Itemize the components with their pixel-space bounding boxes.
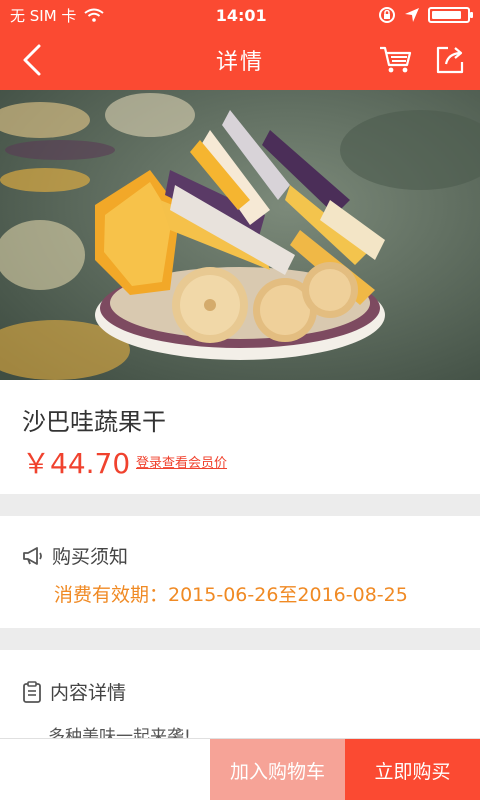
bottom-action-bar: 加入购物车 立即购买 xyxy=(0,738,480,800)
megaphone-icon xyxy=(23,546,42,565)
status-bar: 无 SIM 卡 14:01 xyxy=(0,0,480,30)
member-price-link[interactable]: 登录查看会员价 xyxy=(136,452,227,471)
cart-icon xyxy=(380,46,412,73)
product-image[interactable] xyxy=(0,90,480,380)
clock: 14:01 xyxy=(215,5,267,25)
rotation-lock-icon xyxy=(379,7,395,23)
purchase-notice-title: 购买须知 xyxy=(52,546,129,568)
add-to-cart-button[interactable]: 加入购物车 xyxy=(210,739,345,800)
buy-now-button[interactable]: 立即购买 xyxy=(345,739,480,800)
product-info-card: 沙巴哇蔬果干 ￥44.70 登录查看会员价 xyxy=(0,380,480,494)
share-icon xyxy=(436,46,464,74)
location-icon xyxy=(405,8,419,22)
dried-fruit-photo xyxy=(0,90,480,380)
wifi-icon xyxy=(84,8,105,22)
nav-bar: 详情 xyxy=(0,30,480,90)
battery-icon xyxy=(428,7,473,23)
validity-period: 消费有效期：2015-06-26至2016-08-25 xyxy=(54,584,408,606)
product-price: ￥44.70 xyxy=(22,447,131,480)
chevron-left-icon xyxy=(23,44,41,76)
battery-level xyxy=(432,11,461,19)
content-detail-header: 内容详情 xyxy=(22,678,126,705)
top-bar: 无 SIM 卡 14:01 详情 xyxy=(0,0,480,90)
share-button[interactable] xyxy=(428,36,472,84)
purchase-notice-header: 购买须知 xyxy=(22,542,128,569)
content-detail-title: 内容详情 xyxy=(50,682,127,704)
clipboard-icon xyxy=(23,680,41,703)
product-name: 沙巴哇蔬果干 xyxy=(22,408,166,436)
purchase-notice-card: 购买须知 消费有效期：2015-06-26至2016-08-25 xyxy=(0,516,480,628)
page-title: 详情 xyxy=(215,50,264,75)
cart-button[interactable] xyxy=(374,36,418,84)
carrier-label: 无 SIM 卡 xyxy=(10,6,77,25)
back-button[interactable] xyxy=(10,36,54,84)
